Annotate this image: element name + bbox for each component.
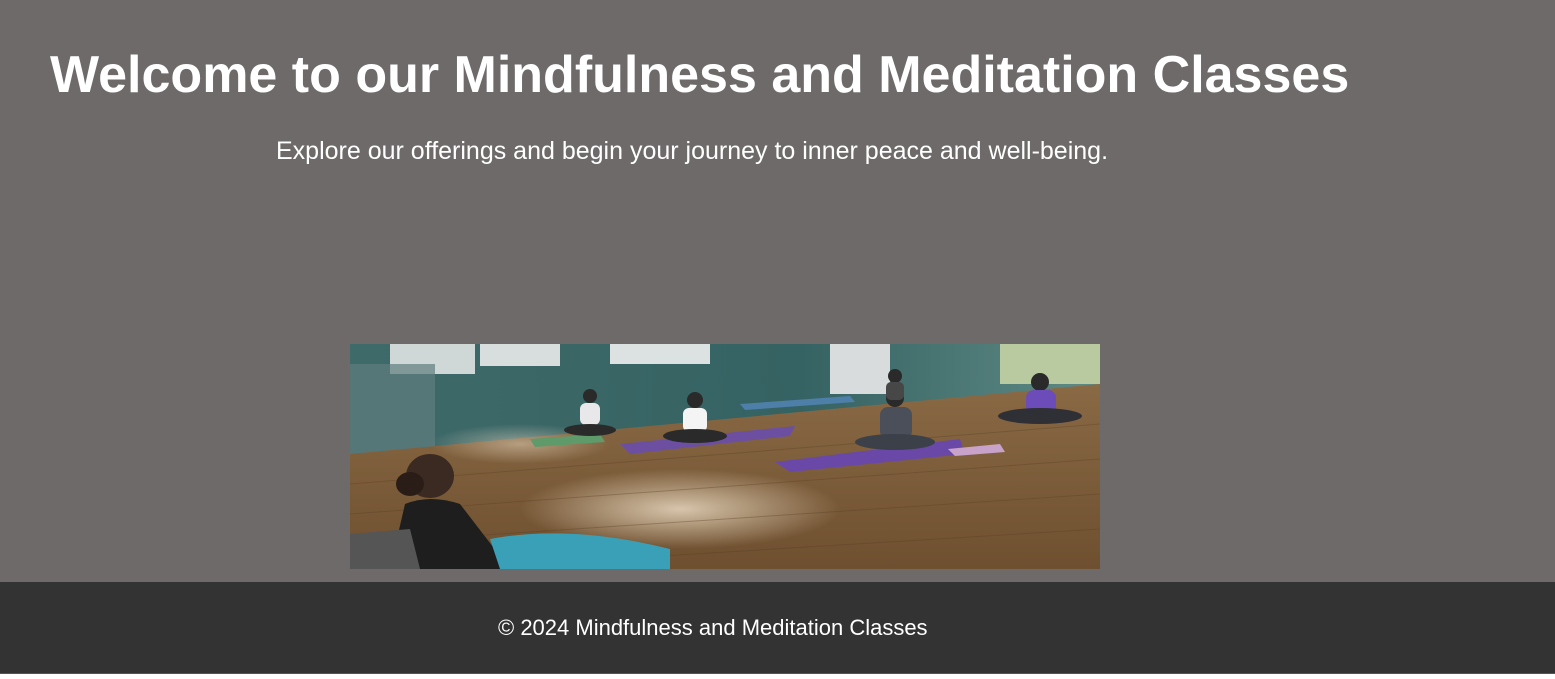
footer-copyright: © 2024 Mindfulness and Meditation Classe… (498, 615, 928, 640)
meditation-class-photo (350, 344, 1100, 569)
page-subtitle: Explore our offerings and begin your jou… (276, 137, 1109, 165)
page-title: Welcome to our Mindfulness and Meditatio… (50, 46, 1350, 104)
bottom-edge-strip (0, 673, 1555, 679)
page: Welcome to our Mindfulness and Meditatio… (0, 0, 1555, 679)
footer: © 2024 Mindfulness and Meditation Classe… (0, 582, 1555, 673)
